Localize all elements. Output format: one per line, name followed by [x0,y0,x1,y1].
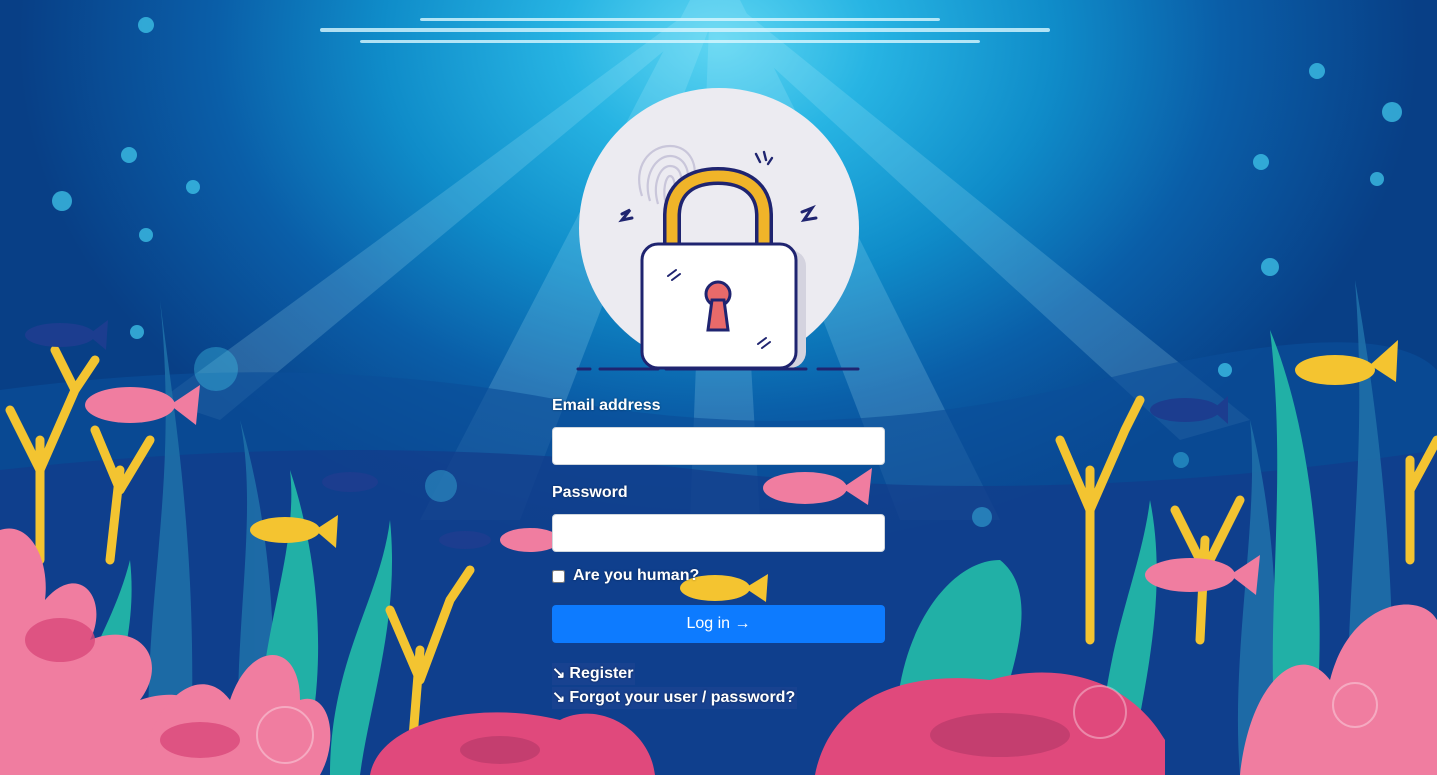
arrow-down-right-icon: ↘ [552,689,566,706]
password-label: Password [552,484,628,501]
email-field[interactable] [552,427,885,465]
arrow-down-right-icon: ↘ [552,665,566,682]
register-link[interactable]: ↘ Register [552,663,636,685]
human-check-label: Are you human? [573,567,700,584]
padlock-fingerprint-icon [576,88,860,371]
password-field[interactable] [552,514,885,552]
register-link-label: Register [569,665,634,682]
login-button[interactable]: Log in → [552,605,885,643]
login-form: Email address Password Are you human? Lo… [552,396,885,709]
human-checkbox[interactable] [552,569,565,583]
email-label: Email address [552,397,661,414]
auth-links: ↘ Register ↘ Forgot your user / password? [552,663,885,709]
forgot-password-link[interactable]: ↘ Forgot your user / password? [552,687,798,709]
forgot-password-link-label: Forgot your user / password? [569,689,796,706]
human-check-row: Are you human? [552,566,885,586]
